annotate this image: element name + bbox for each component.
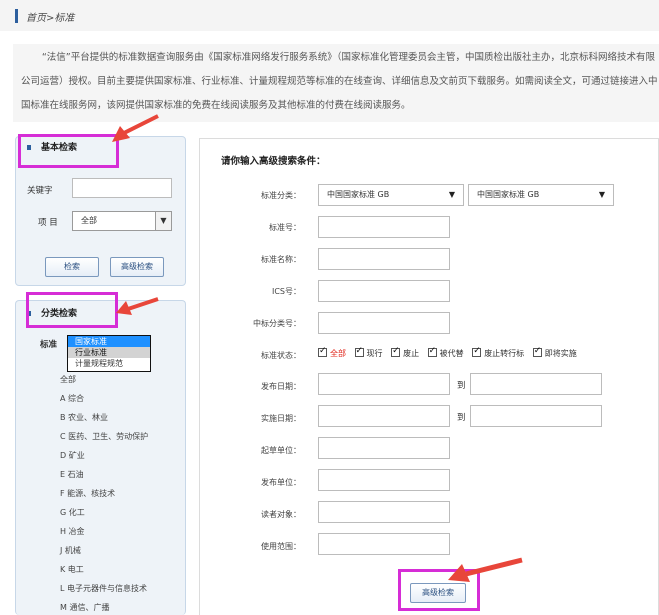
chevron-down-icon: ▼ <box>155 212 171 230</box>
publish-date-from-input[interactable] <box>318 373 450 395</box>
basic-search-button[interactable]: 检索 <box>45 257 99 277</box>
annotation-arrow-icon <box>448 557 523 582</box>
category-item[interactable]: L 电子元器件与信息技术 <box>60 582 148 601</box>
status-checkbox[interactable] <box>427 346 437 357</box>
category-item[interactable]: 全部 <box>60 373 148 392</box>
breadcrumb-bar <box>0 0 659 31</box>
category-item[interactable]: J 机械 <box>60 544 148 563</box>
publisher-label: 发布单位： <box>261 478 301 487</box>
keyword-input[interactable] <box>72 178 172 198</box>
status-label: 标准状态： <box>261 351 301 360</box>
category-select-primary-value: 中国国家标准 GB <box>327 190 390 199</box>
status-upcoming-label: 即将实施 <box>544 349 577 358</box>
item-label: 项 目 <box>38 218 58 228</box>
advanced-search-title: 请你输入高级搜索条件： <box>221 156 326 167</box>
dropdown-arrow-icon: ▼ <box>448 190 455 199</box>
scope-label: 使用范围： <box>261 542 301 551</box>
standard-type-dropdown[interactable]: 国家标准 行业标准 计量规程规范 <box>67 335 151 372</box>
status-replaced-label: 被代替 <box>439 349 464 358</box>
standard-number-input[interactable] <box>318 216 450 238</box>
status-checkbox[interactable] <box>354 346 364 357</box>
annotation-box-category <box>26 292 118 328</box>
annotation-box-basic <box>18 134 119 168</box>
publish-date-label: 发布日期： <box>261 382 301 391</box>
status-transferred-label: 废止转行标 <box>484 349 525 358</box>
category-item[interactable]: A 综合 <box>60 392 148 411</box>
category-item[interactable]: M 通信、广播 <box>60 601 148 615</box>
publish-date-to-input[interactable] <box>470 373 602 395</box>
status-checkbox[interactable] <box>472 346 482 357</box>
status-checkbox[interactable] <box>318 346 327 357</box>
status-abolished-label: 废止 <box>403 349 420 358</box>
item-select[interactable]: 全部 ▼ <box>72 211 172 231</box>
scope-input[interactable] <box>318 533 450 555</box>
ics-label: ICS号： <box>271 287 301 296</box>
annotation-arrow-icon <box>112 114 159 142</box>
annotation-arrow-icon <box>116 297 159 315</box>
category-item[interactable]: B 农业、林业 <box>60 411 148 430</box>
breadcrumb-current: 标准 <box>54 13 75 24</box>
intro-text: “法信”平台提供的标准数据查询服务由《国家标准网络发行服务系统》（国家标准化管理… <box>21 52 658 111</box>
dropdown-arrow-icon: ▼ <box>598 190 605 199</box>
category-item[interactable]: F 能源、核技术 <box>60 487 148 506</box>
keyword-label: 关键字 <box>27 186 53 196</box>
category-item[interactable]: E 石油 <box>60 468 148 487</box>
breadcrumb-home-link[interactable]: 首页 <box>26 13 46 24</box>
status-checkbox[interactable] <box>532 346 542 357</box>
dropdown-option-metrology[interactable]: 计量规程规范 <box>68 358 150 369</box>
category-item[interactable]: G 化工 <box>60 506 148 525</box>
drafter-label: 起草单位： <box>261 446 301 455</box>
number-label: 标准号： <box>269 223 301 232</box>
implement-date-to-label: 到 <box>457 413 466 423</box>
breadcrumb-marker <box>15 9 18 23</box>
ccs-input[interactable] <box>318 312 450 334</box>
category-select-secondary[interactable]: 中国国家标准 GB ▼ <box>468 184 614 206</box>
category-item[interactable]: D 矿业 <box>60 449 148 468</box>
category-select-secondary-value: 中国国家标准 GB <box>477 190 540 199</box>
drafter-input[interactable] <box>318 437 450 459</box>
breadcrumb: 首页>标准 <box>26 9 74 24</box>
implement-date-from-input[interactable] <box>318 405 450 427</box>
dropdown-option-industry[interactable]: 行业标准 <box>68 347 150 358</box>
name-label: 标准名称： <box>261 255 301 264</box>
status-checkboxes: 全部 现行 废止 被代替 废止转行标 即将实施 <box>318 346 583 359</box>
status-checkbox[interactable] <box>391 346 401 357</box>
category-label: 标准分类： <box>261 191 301 200</box>
basic-advanced-button[interactable]: 高级检索 <box>110 257 164 277</box>
standard-label: 标准 <box>40 340 58 350</box>
dropdown-option-national[interactable]: 国家标准 <box>68 336 150 347</box>
publisher-input[interactable] <box>318 469 450 491</box>
standard-name-input[interactable] <box>318 248 450 270</box>
audience-input[interactable] <box>318 501 450 523</box>
category-item[interactable]: H 冶金 <box>60 525 148 544</box>
intro-box: “法信”平台提供的标准数据查询服务由《国家标准网络发行服务系统》（国家标准化管理… <box>13 44 659 122</box>
implement-date-label: 实施日期： <box>261 414 301 423</box>
item-select-value: 全部 <box>81 216 97 225</box>
ccs-label: 中标分类号： <box>253 319 301 328</box>
status-all-label: 全部 <box>330 349 346 358</box>
status-current-label: 现行 <box>366 349 383 358</box>
category-list: 全部 A 综合 B 农业、林业 C 医药、卫生、劳动保护 D 矿业 E 石油 F… <box>60 373 148 615</box>
publish-date-to-label: 到 <box>457 381 466 391</box>
category-item[interactable]: K 电工 <box>60 563 148 582</box>
ics-input[interactable] <box>318 280 450 302</box>
implement-date-to-input[interactable] <box>470 405 602 427</box>
audience-label: 读者对象： <box>261 510 301 519</box>
category-select-primary[interactable]: 中国国家标准 GB ▼ <box>318 184 464 206</box>
category-item[interactable]: C 医药、卫生、劳动保护 <box>60 430 148 449</box>
